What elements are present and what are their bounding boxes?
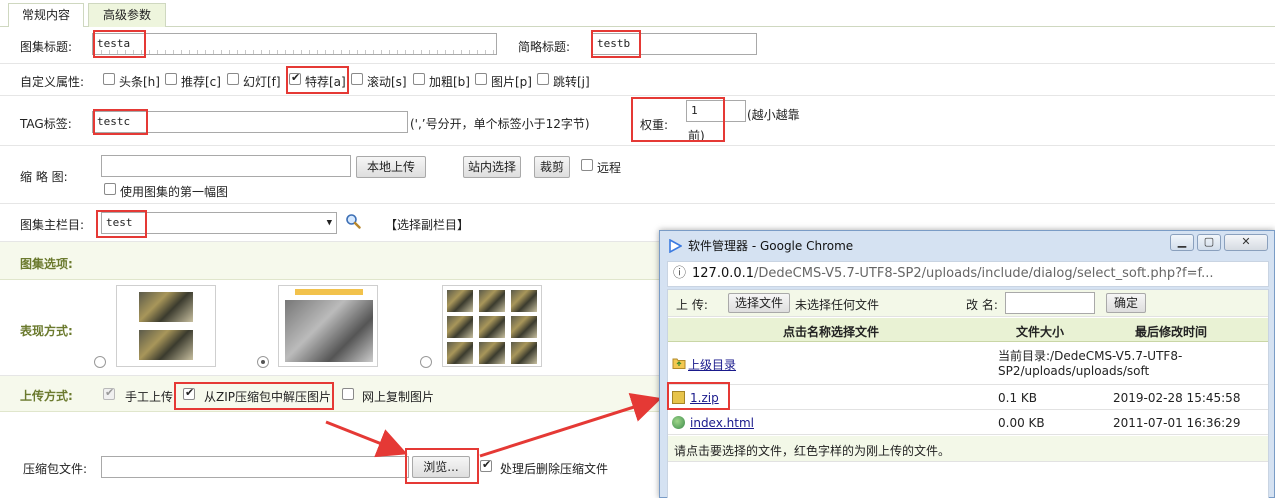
file-row-zip[interactable]: 1.zip 0.1 KB 2019-02-28 15:45:58: [668, 386, 1268, 410]
html-file-icon: [672, 416, 685, 429]
tip-text: 请点击要选择的文件，红色字样的为刚上传的文件。: [674, 444, 951, 458]
chrome-play-icon: [668, 238, 683, 254]
col-time-header: 最后修改时间: [1135, 325, 1208, 339]
upload-label: 上 传:: [676, 298, 708, 312]
file-time-zip: 2019-02-28 15:45:58: [1113, 391, 1241, 405]
file-manager-window: 软件管理器 - Google Chrome ▁ ▢ ✕ ⓘ 127.0.0.1/…: [659, 230, 1275, 498]
folder-up-icon: [672, 357, 686, 369]
url-path: /DedeCMS-V5.7-UTF8-SP2/uploads/include/d…: [754, 266, 1214, 281]
ok-button[interactable]: 确定: [1106, 293, 1146, 313]
info-icon: ⓘ: [673, 266, 687, 281]
tip-row: 请点击要选择的文件，红色字样的为刚上传的文件。: [668, 436, 1268, 462]
choose-file-button[interactable]: 选择文件: [728, 293, 790, 313]
current-dir-a: 当前目录:/DedeCMS-V5.7-UTF8-: [998, 349, 1183, 363]
parent-dir-link[interactable]: 上级目录: [688, 356, 736, 373]
file-row-html[interactable]: index.html 0.00 KB 2011-07-01 16:36:29: [668, 411, 1268, 435]
rename-label: 改 名:: [966, 298, 998, 312]
file-size-html: 0.00 KB: [998, 416, 1045, 430]
rename-input[interactable]: [1005, 292, 1095, 314]
file-size-zip: 0.1 KB: [998, 391, 1037, 405]
maximize-button[interactable]: ▢: [1197, 234, 1221, 251]
parent-dir-row: 上级目录 当前目录:/DedeCMS-V5.7-UTF8- SP2/upload…: [668, 343, 1268, 385]
col-name-header: 点击名称选择文件: [783, 325, 880, 339]
close-button[interactable]: ✕: [1224, 234, 1268, 251]
upload-bar: 上 传: 选择文件 未选择任何文件 改 名: 确定: [668, 290, 1268, 317]
window-title: 软件管理器 - Google Chrome: [688, 239, 854, 253]
arrow-to-browse: [325, 420, 408, 458]
current-dir-b: SP2/uploads/uploads/soft: [998, 364, 1150, 378]
address-bar[interactable]: ⓘ 127.0.0.1/DedeCMS-V5.7-UTF8-SP2/upload…: [667, 261, 1269, 287]
url-host: 127.0.0.1: [692, 266, 755, 281]
highlight-zip-file: [667, 382, 730, 410]
arrow-to-zip: [479, 392, 662, 458]
no-file-text: 未选择任何文件: [795, 298, 880, 312]
file-table-header: 点击名称选择文件 文件大小 最后修改时间: [668, 318, 1268, 342]
file-name-html[interactable]: index.html: [690, 416, 754, 430]
minimize-button[interactable]: ▁: [1170, 234, 1194, 251]
col-size-header: 文件大小: [1016, 325, 1065, 339]
file-manager-body: 上 传: 选择文件 未选择任何文件 改 名: 确定 点击名称选择文件 文件大小 …: [667, 289, 1269, 498]
file-time-html: 2011-07-01 16:36:29: [1113, 416, 1241, 430]
